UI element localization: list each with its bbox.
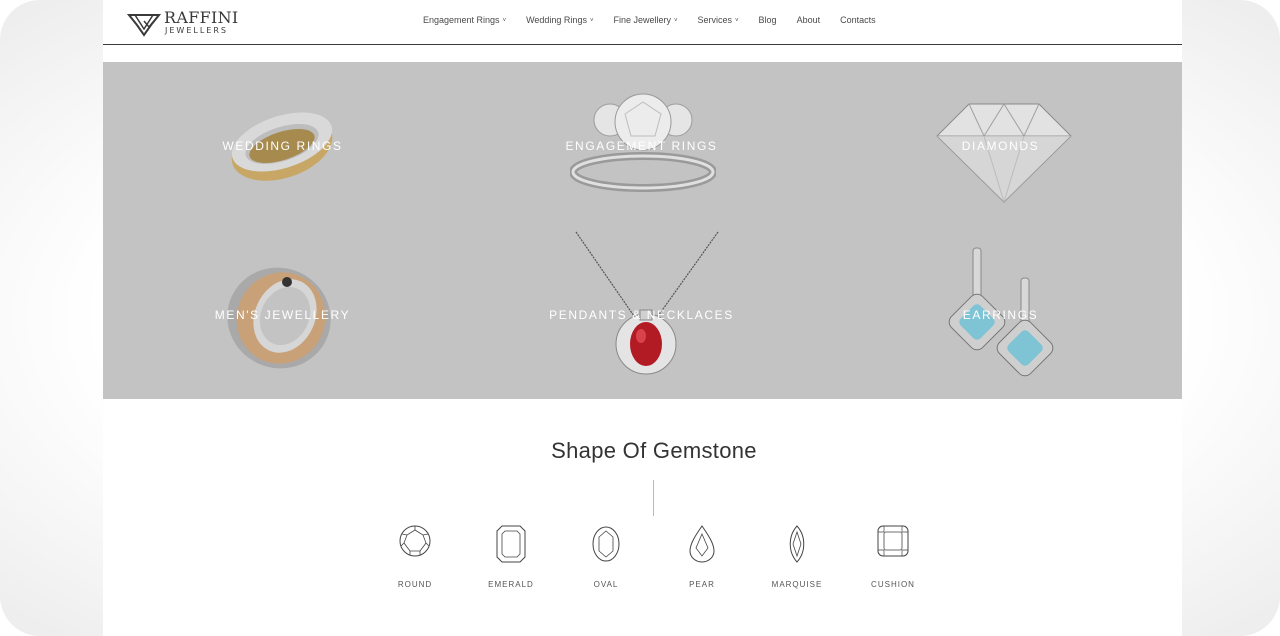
page: RAFFINI JEWELLERS Engagement Rings ˅ Wedd… [103,0,1182,636]
cushion-cut-icon [877,525,909,557]
ruby-pendant-image [575,231,719,375]
logo-name: RAFFINI [164,8,239,27]
nav-label: Engagement Rings [423,15,500,25]
chevron-down-icon: ˅ [502,18,507,24]
nav-label: Wedding Rings [526,15,587,25]
emerald-cut-icon [496,525,526,563]
nav-item-engagement-rings[interactable]: Engagement Rings ˅ [423,14,506,28]
nav-label: Fine Jewellery [613,15,671,25]
category-label: MEN'S JEWELLERY [214,308,351,322]
category-tile-wedding-rings[interactable]: WEDDING RINGS [103,62,462,230]
nav-item-wedding-rings[interactable]: Wedding Rings ˅ [526,14,593,28]
shape-label: MARQUISE [771,580,823,589]
shape-label: CUSHION [871,580,915,589]
nav-item-services[interactable]: Services ˅ [698,14,739,28]
nav-item-about[interactable]: About [797,14,821,28]
category-label: PENDANTS & NECKLACES [549,308,734,322]
shape-label: OVAL [593,580,619,589]
shape-oval[interactable]: OVAL [571,524,641,594]
main-nav: Engagement Rings ˅ Wedding Rings ˅ Fine Je… [423,14,896,28]
shape-emerald[interactable]: EMERALD [476,524,546,594]
round-cut-icon [399,525,431,557]
marquise-cut-icon [789,525,805,563]
shape-cushion[interactable]: CUSHION [858,524,928,594]
chevron-down-icon: ˅ [589,18,594,24]
category-tile-diamonds[interactable]: DIAMONDS [821,62,1180,230]
oval-cut-icon [592,526,620,562]
category-grid: WEDDING RINGS ENGAGEMENT RINGS DIAMONDS … [103,62,1182,399]
category-label: WEDDING RINGS [222,139,343,153]
shape-pear[interactable]: PEAR [667,524,737,594]
nav-item-blog[interactable]: Blog [759,14,777,28]
logo-subtitle: JEWELLERS [165,26,228,35]
divider [653,480,654,516]
category-tile-pendants-necklaces[interactable]: PENDANTS & NECKLACES [462,230,821,398]
category-label: DIAMONDS [961,139,1040,153]
shape-round[interactable]: ROUND [380,524,450,594]
shape-label: PEAR [689,580,715,589]
pear-cut-icon [689,525,715,563]
logo-diamond-icon [127,14,161,37]
section-title: Shape Of Gemstone [551,438,757,463]
shape-label: EMERALD [488,580,534,589]
category-tile-earrings[interactable]: EARRINGS [821,230,1180,398]
site-header: RAFFINI JEWELLERS Engagement Rings ˅ Wedd… [103,0,1182,45]
chevron-down-icon: ˅ [735,18,739,24]
nav-item-fine-jewellery[interactable]: Fine Jewellery ˅ [613,14,677,28]
logo[interactable]: RAFFINI JEWELLERS [127,9,247,37]
nav-label: Services [697,15,733,25]
category-tile-engagement-rings[interactable]: ENGAGEMENT RINGS [462,62,821,230]
shape-marquise[interactable]: MARQUISE [762,524,832,594]
nav-item-contacts[interactable]: Contacts [840,14,876,28]
shape-label: ROUND [397,580,433,589]
category-tile-mens-jewellery[interactable]: MEN'S JEWELLERY [103,230,462,398]
chevron-down-icon: ˅ [674,18,678,24]
category-label: EARRINGS [962,308,1039,322]
browser-frame: RAFFINI JEWELLERS Engagement Rings ˅ Wedd… [0,0,1280,636]
category-label: ENGAGEMENT RINGS [565,139,718,153]
